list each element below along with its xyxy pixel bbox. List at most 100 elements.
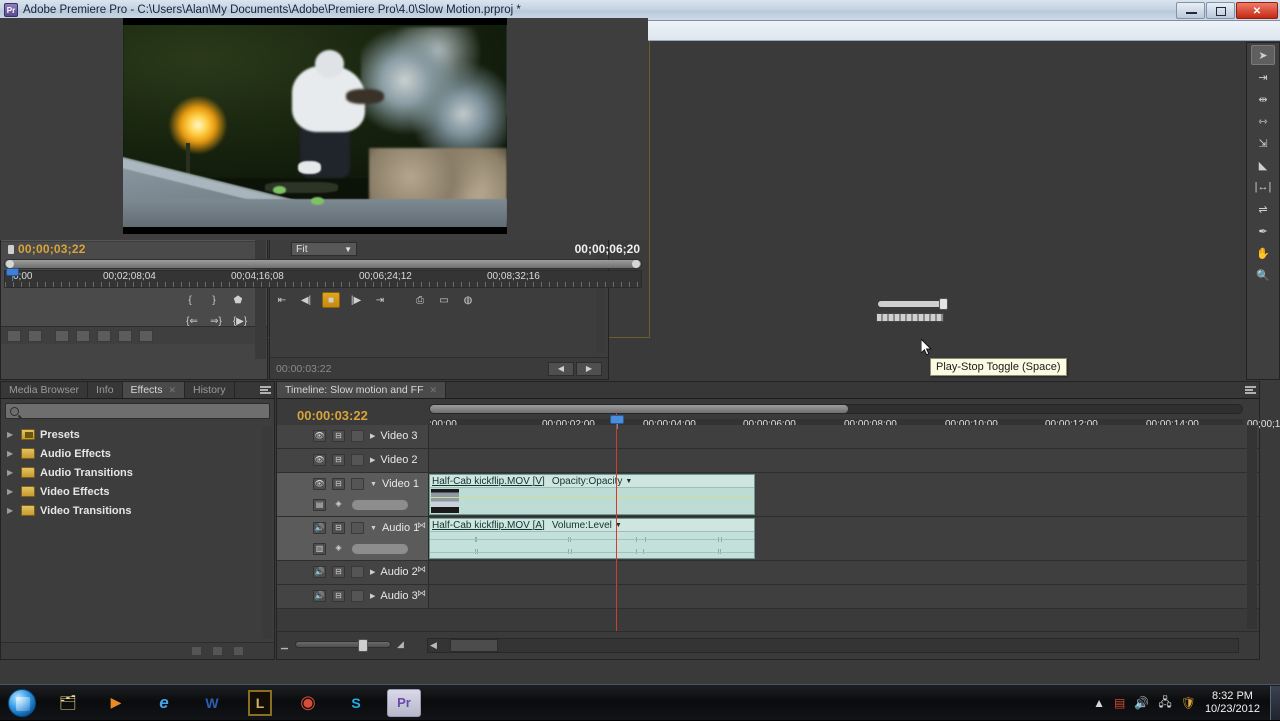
track-keyframe-pill[interactable] [351, 499, 409, 511]
security-icon[interactable]: 🛡 [1181, 696, 1196, 710]
minimize-button[interactable] [1176, 2, 1205, 19]
go-to-in-point-icon[interactable]: ⇤ [274, 293, 290, 308]
effects-search-input[interactable] [5, 403, 270, 419]
loop-icon[interactable]: {▶} [232, 314, 248, 329]
toggle-track-lock-icon[interactable] [351, 478, 364, 490]
network-icon[interactable]: 🖧 [1158, 693, 1171, 714]
effects-folder-video-transitions[interactable]: ▶ Video Transitions [1, 501, 274, 520]
chevron-down-icon[interactable]: ▼ [625, 478, 632, 485]
set-out-point-icon[interactable]: } [206, 293, 222, 308]
set-in-point-icon[interactable]: { [182, 293, 198, 308]
timeline-zoom-slider[interactable] [295, 639, 391, 652]
program-current-timecode[interactable]: 00;00;03;22 [18, 242, 86, 256]
tab-history[interactable]: History [185, 382, 235, 398]
program-monitor-ruler[interactable]: 0;00 00;02;08;04 00;04;16;08 00;06;24;12… [4, 270, 642, 288]
zoom-in-icon[interactable]: ◢ [397, 639, 409, 649]
zoom-out-icon[interactable]: ▁ [281, 639, 293, 649]
add-marker-icon[interactable]: ⬟ [230, 293, 246, 308]
internet-explorer-icon[interactable]: e [140, 686, 188, 720]
tab-effects[interactable]: Effects ✕ [122, 382, 185, 398]
toggle-track-lock-icon[interactable] [351, 522, 364, 534]
effects-folder-audio-transitions[interactable]: ▶ Audio Transitions [1, 463, 274, 482]
track-content[interactable] [429, 425, 1259, 448]
program-playhead[interactable] [6, 268, 19, 281]
panel-menu-icon[interactable] [1241, 382, 1259, 398]
close-icon[interactable]: ✕ [168, 385, 176, 396]
word-icon[interactable]: W [188, 686, 236, 720]
toggle-track-lock-icon[interactable] [351, 454, 364, 466]
chevron-right-icon[interactable]: ▶ [370, 592, 375, 600]
collapse-handle-icon[interactable]: ⋈ [417, 588, 426, 599]
program-monitor-video-area[interactable] [0, 18, 648, 240]
toggle-sync-lock-icon[interactable]: ⊟ [332, 478, 345, 490]
windows-start-orb[interactable] [0, 686, 44, 720]
track-content[interactable] [429, 561, 1259, 584]
slide-tool[interactable]: ⇌ [1251, 199, 1275, 219]
set-display-style-icon[interactable]: ▥ [313, 543, 326, 555]
close-button[interactable]: ✕ [1236, 2, 1278, 19]
step-back-icon[interactable]: ◀| [298, 293, 314, 308]
toggle-track-output-icon[interactable]: 👁 [313, 430, 326, 442]
set-display-style-icon[interactable]: ▤ [313, 499, 326, 511]
skype-icon[interactable]: S [332, 686, 380, 720]
panel-menu-icon[interactable] [256, 382, 274, 398]
lift-icon[interactable]: ▭ [436, 293, 452, 308]
track-keyframe-pill[interactable] [351, 543, 409, 555]
timeline-playhead[interactable] [610, 415, 624, 429]
toggle-sync-lock-icon[interactable]: ⊟ [332, 522, 345, 534]
explorer-icon[interactable]: 🗂 [44, 686, 92, 720]
chevron-right-icon[interactable]: ▶ [370, 432, 375, 440]
zoom-tool[interactable]: 🔍 [1251, 265, 1275, 285]
toggle-sync-lock-icon[interactable]: ⊟ [332, 430, 345, 442]
jog-strip[interactable] [876, 313, 944, 322]
ripple-edit-tool[interactable]: ⇹ [1251, 89, 1275, 109]
toggle-sync-lock-icon[interactable]: ⊟ [332, 566, 345, 578]
pen-tool[interactable]: ✒ [1251, 221, 1275, 241]
play-stop-toggle-icon[interactable]: ■ [322, 292, 340, 308]
show-keyframes-icon[interactable]: ◈ [332, 499, 345, 511]
timeline-playhead-timecode[interactable]: 00:00:03:22 [297, 408, 368, 423]
rate-stretch-tool[interactable]: ⇲ [1251, 133, 1275, 153]
shuttle-slider[interactable] [878, 298, 948, 310]
toggle-track-output-icon[interactable]: 👁 [313, 454, 326, 466]
track-content[interactable]: Half-Cab kickflip.MOV [A] Volume:Level ▼… [429, 517, 1259, 560]
chevron-right-icon[interactable]: ▶ [370, 456, 375, 464]
next-keyframe-button[interactable]: ▶ [576, 361, 602, 376]
show-desktop-button[interactable] [1270, 686, 1280, 720]
chevron-right-icon[interactable]: ▶ [7, 449, 16, 458]
slip-tool[interactable]: |↔| [1251, 177, 1275, 197]
program-duration-timecode[interactable]: 00;00;06;20 [575, 242, 640, 256]
tab-media-browser[interactable]: Media Browser [1, 382, 89, 398]
effects-scrollbar[interactable] [262, 426, 272, 639]
go-to-out-point-icon[interactable]: ⇥ [372, 293, 388, 308]
timeline-horizontal-scrollbar[interactable]: ◀ [427, 638, 1239, 653]
toggle-track-lock-icon[interactable] [351, 590, 364, 602]
show-hidden-icons-arrow[interactable]: ▲ [1093, 696, 1105, 710]
toggle-sync-lock-icon[interactable]: ⊟ [332, 590, 345, 602]
toggle-track-mute-icon[interactable]: 🔊 [313, 590, 326, 602]
toggle-track-mute-icon[interactable]: 🔊 [313, 566, 326, 578]
taskbar-clock[interactable]: 8:32 PM 10/23/2012 [1205, 690, 1260, 716]
toggle-sync-lock-icon[interactable]: ⊟ [332, 454, 345, 466]
go-to-previous-edit-icon[interactable]: {⇐ [184, 314, 200, 329]
effects-folder-audio-effects[interactable]: ▶ Audio Effects [1, 444, 274, 463]
zoom-level-select[interactable]: Fit ▼ [291, 242, 357, 256]
maximize-button[interactable] [1206, 2, 1235, 19]
track-header[interactable]: 👁 ⊟ ▶ Video 2 [277, 449, 429, 472]
track-header[interactable]: 👁 ⊟ ▼ Video 1 ▤ ◈ [277, 473, 429, 516]
flash-icon[interactable]: ▤ [1114, 696, 1125, 710]
track-content[interactable]: Half-Cab kickflip.MOV [V] Opacity:Opacit… [429, 473, 1259, 516]
chevron-right-icon[interactable]: ▶ [7, 506, 16, 515]
timeline-horizontal-scrollbar-top[interactable] [429, 404, 1243, 414]
toggle-track-lock-icon[interactable] [351, 430, 364, 442]
timeline-clip-audio[interactable]: Half-Cab kickflip.MOV [A] Volume:Level ▼… [429, 518, 755, 559]
track-header[interactable]: 🔊 ⊟ ▶ Audio 3 ⋈ [277, 585, 429, 608]
track-content[interactable] [429, 449, 1259, 472]
chevron-right-icon[interactable]: ▶ [370, 568, 375, 576]
opacity-rubberband[interactable] [430, 497, 754, 498]
track-select-tool[interactable]: ⇥ [1251, 67, 1275, 87]
track-header[interactable]: 🔊 ⊟ ▼ Audio 1 ⋈ ▥ ◈ [277, 517, 429, 560]
chevron-right-icon[interactable]: ▶ [7, 430, 16, 439]
selection-tool[interactable]: ➤ [1251, 45, 1275, 65]
track-content[interactable] [429, 585, 1259, 608]
